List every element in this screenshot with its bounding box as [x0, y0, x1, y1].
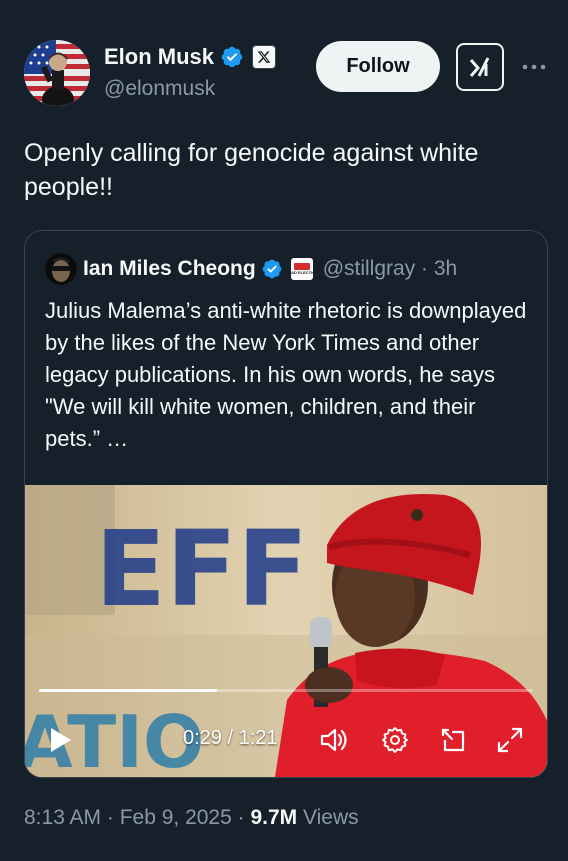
video-progress-fill: [39, 689, 217, 692]
author-name[interactable]: Elon Musk: [104, 44, 214, 70]
quoted-author-name[interactable]: Ian Miles Cheong: [83, 257, 256, 281]
tweet-text: Openly calling for genocide against whit…: [24, 139, 479, 201]
video-frame: EFF ATIO: [25, 485, 547, 777]
follow-button[interactable]: Follow: [316, 41, 440, 92]
fullscreen-icon[interactable]: [495, 725, 525, 755]
more-icon[interactable]: [520, 55, 548, 79]
picture-in-picture-icon[interactable]: [438, 725, 468, 755]
author-name-row: Elon Musk: [104, 42, 277, 72]
quoted-tweet-text: Julius Malema’s anti-white rhetoric is d…: [45, 298, 527, 451]
play-icon[interactable]: [47, 725, 75, 755]
affiliation-badge-text: ROAD ELECTION: [285, 270, 319, 275]
views-count: 9.7M: [250, 806, 298, 829]
quoted-author-handle-time: @stillgray · 3h: [322, 257, 458, 280]
tweet: Elon Musk @elonmusk Follow Openly callin…: [0, 0, 568, 861]
road-election-affiliation-badge-icon: ROAD ELECTION: [285, 258, 318, 280]
tweet-meta: 8:13 AM · Feb 9, 2025 · 9.7M Views: [24, 806, 359, 830]
views-label: Views: [297, 806, 359, 829]
settings-gear-icon[interactable]: [380, 725, 410, 755]
author-avatar[interactable]: [24, 40, 90, 106]
x-affiliation-badge-icon: [252, 45, 277, 69]
verified-badge-icon: [262, 259, 282, 279]
video-player[interactable]: EFF ATIO 0:29 / 1:21: [25, 485, 547, 777]
verified-badge-icon: [221, 46, 243, 68]
quoted-author-avatar: [45, 253, 77, 285]
quoted-tweet-header: Ian Miles Cheong ROAD ELECTION @stillgra…: [45, 253, 457, 285]
tweet-timestamp[interactable]: 8:13 AM · Feb 9, 2025 ·: [24, 806, 250, 829]
author-handle[interactable]: @elonmusk: [104, 77, 215, 101]
video-progress-bar[interactable]: [39, 689, 533, 692]
grok-icon[interactable]: [456, 43, 504, 91]
backdrop-text-top: EFF: [95, 508, 308, 630]
video-time: 0:29 / 1:21: [183, 727, 278, 749]
quoted-tweet[interactable]: Ian Miles Cheong ROAD ELECTION @stillgra…: [24, 230, 548, 778]
volume-icon[interactable]: [319, 725, 349, 755]
